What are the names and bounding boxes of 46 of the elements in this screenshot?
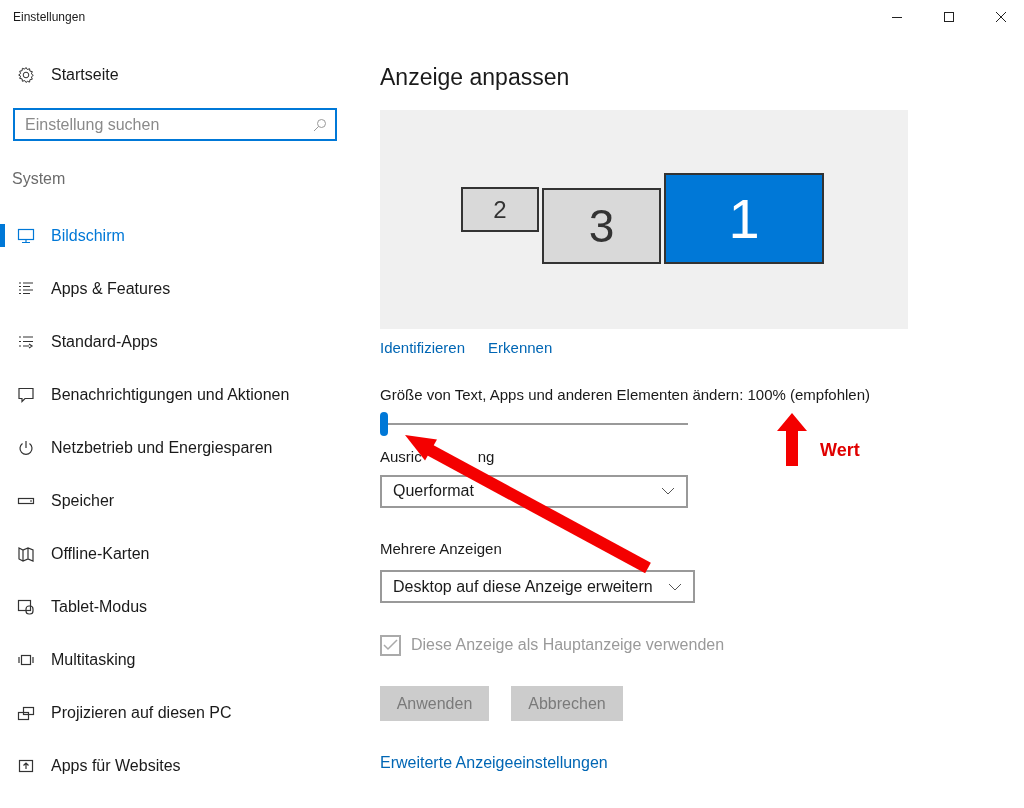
link[interactable]: Identifizieren xyxy=(380,337,466,360)
annotation-label: Wert xyxy=(820,439,860,462)
scale-slider[interactable] xyxy=(380,412,688,436)
nav-item[interactable]: Tablet-Modus xyxy=(0,580,350,633)
window-title: Einstellungen xyxy=(13,9,86,26)
nav-item[interactable]: Benachrichtigungen und Aktionen xyxy=(0,368,350,421)
chevron-icon xyxy=(661,487,675,495)
maximize-icon xyxy=(943,11,955,23)
nav-item[interactable]: Apps für Websites xyxy=(0,739,350,792)
multiple-displays-label: Mehrere Anzeigen xyxy=(380,538,503,559)
nav-item[interactable]: Standard-Apps xyxy=(0,315,350,368)
check-icon xyxy=(383,639,398,651)
search-icon xyxy=(313,118,327,132)
nav-item[interactable]: Speicher xyxy=(0,474,350,527)
slider-thumb[interactable] xyxy=(380,412,388,436)
chevron-icon xyxy=(668,582,682,591)
display-tile[interactable]: 1 xyxy=(664,173,824,264)
nav-item[interactable]: Netzbetrieb und Energiesparen xyxy=(0,421,350,474)
display-tile[interactable]: 2 xyxy=(461,187,539,232)
speech-bubble-icon xyxy=(17,385,35,404)
page-title: Anzeige anpassen xyxy=(380,63,571,92)
nav-item[interactable]: Multitasking xyxy=(0,633,350,686)
advanced-settings-link[interactable]: Erweiterte Anzeigeeinstellungen xyxy=(380,751,1024,775)
checkbox-label: Diese Anzeige als Hauptanzeige verwenden xyxy=(411,635,725,655)
orientation-dropdown[interactable]: Querformat xyxy=(380,474,688,508)
monitor-icon xyxy=(17,226,35,245)
orientation-label: ng xyxy=(477,447,495,467)
map-icon xyxy=(17,544,35,563)
annotation-arrow xyxy=(777,413,807,466)
close-icon xyxy=(995,11,1007,23)
display-tile[interactable]: 3 xyxy=(542,188,661,264)
orientation-label: Ausric xyxy=(380,447,422,467)
scale-label: Größe von Text, Apps und anderen Elementen ändern: 100% (empfohlen) xyxy=(380,384,872,405)
selection-indicator xyxy=(0,224,5,247)
nav-item[interactable]: Apps & Features xyxy=(0,262,350,315)
link[interactable]: Erkennen xyxy=(488,337,553,360)
settings-icon xyxy=(17,66,35,84)
search-field[interactable]: Einstellung suchen xyxy=(13,108,337,141)
nav-item[interactable]: Bildschirm xyxy=(0,209,350,262)
nav-item[interactable]: Projizieren auf diesen PC xyxy=(0,686,350,739)
home-nav-item[interactable]: Startseite xyxy=(0,50,350,100)
nav-item[interactable]: Offline-Karten xyxy=(0,527,350,580)
multiple-displays-dropdown[interactable]: Desktop auf diese Anzeige erweitern xyxy=(380,570,695,603)
section-heading: System xyxy=(12,169,67,189)
tablet-icon xyxy=(17,597,35,616)
power-icon xyxy=(17,438,35,457)
